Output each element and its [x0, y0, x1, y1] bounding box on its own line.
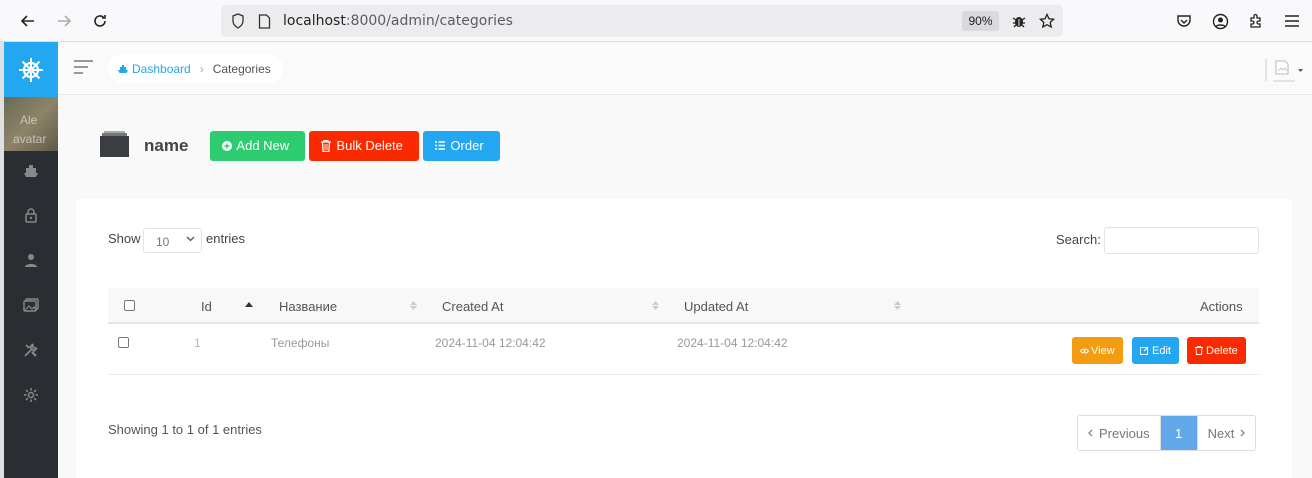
cell-name: Телефоны — [271, 336, 330, 350]
url-text[interactable]: localhost:8000/admin/categories — [283, 13, 513, 29]
settings-gear-icon — [24, 388, 38, 402]
sidebar-toggle-icon[interactable] — [74, 60, 93, 74]
show-label: Show — [108, 231, 141, 246]
previous-page-button[interactable]: Previous — [1078, 416, 1161, 450]
browser-toolbar: localhost:8000/admin/categories 90% — [0, 0, 1312, 42]
avatar-alt-line2: avatar — [13, 132, 47, 146]
delete-label: Delete — [1206, 344, 1238, 357]
list-icon — [435, 141, 446, 150]
admin-sidebar: Ale avatar — [4, 42, 58, 478]
reload-icon[interactable] — [88, 9, 112, 33]
column-header-updated-at[interactable]: Updated At — [684, 299, 748, 314]
chevron-left-icon — [1088, 429, 1093, 437]
column-header-name[interactable]: Название — [279, 299, 337, 314]
media-icon — [23, 298, 39, 312]
url-path: :8000/admin/categories — [345, 13, 513, 29]
trash-icon — [1195, 346, 1203, 355]
bug-icon[interactable] — [1010, 12, 1028, 30]
column-header-id[interactable]: Id — [201, 299, 212, 314]
delete-button[interactable]: Delete — [1187, 337, 1246, 364]
sort-asc-icon — [245, 302, 253, 307]
zoom-badge[interactable]: 90% — [962, 11, 999, 31]
sidebar-item-tools[interactable] — [4, 328, 58, 372]
order-label: Order — [450, 138, 484, 153]
table-row: 1 Телефоны 2024-11-04 12:04:42 2024-11-0… — [108, 325, 1259, 375]
edit-icon — [1140, 346, 1149, 355]
sidebar-item-dashboard[interactable] — [4, 149, 58, 193]
top-navbar: Dashboard › Categories — [58, 42, 1312, 95]
bulk-delete-button[interactable]: Bulk Delete — [309, 130, 420, 161]
chevron-down-icon — [186, 236, 195, 242]
table-header: Id Название Created At Updated At Action… — [108, 288, 1259, 324]
avatar-alt-line1: Ale — [20, 113, 38, 127]
entries-label: entries — [206, 231, 246, 246]
breadcrumb-current: Categories — [212, 61, 271, 76]
page-title: name — [144, 135, 189, 155]
page-header: name Add New Bulk Delete Order — [100, 130, 504, 161]
sidebar-item-settings[interactable] — [4, 373, 58, 417]
chevron-right-icon — [1240, 429, 1246, 437]
extensions-icon[interactable] — [1244, 9, 1268, 33]
bookmark-star-icon[interactable] — [1038, 12, 1056, 30]
column-header-created-at[interactable]: Created At — [442, 299, 503, 314]
forward-arrow-icon[interactable] — [52, 9, 76, 33]
breadcrumb-dashboard[interactable]: Dashboard — [118, 62, 191, 76]
user-menu[interactable] — [1264, 57, 1304, 83]
pagination: Previous 1 Next — [1077, 415, 1257, 451]
back-arrow-icon[interactable] — [16, 9, 40, 33]
add-new-label: Add New — [236, 138, 290, 153]
sort-both-icon — [894, 301, 901, 310]
edit-label: Edit — [1152, 344, 1171, 357]
page-info-icon[interactable] — [255, 12, 273, 30]
add-new-button[interactable]: Add New — [210, 130, 306, 161]
sidebar-item-roles[interactable] — [4, 193, 58, 237]
tools-icon — [24, 343, 38, 357]
browser-menu-icon[interactable] — [1280, 9, 1304, 33]
edit-button[interactable]: Edit — [1132, 337, 1179, 364]
user-icon — [25, 254, 37, 267]
row-checkbox[interactable] — [118, 337, 129, 348]
view-button[interactable]: View — [1072, 337, 1123, 364]
url-host: localhost — [283, 13, 346, 29]
sort-both-icon — [410, 301, 417, 310]
breadcrumb-separator: › — [199, 61, 204, 76]
cell-created-at: 2024-11-04 12:04:42 — [435, 336, 546, 350]
table-panel: Show 10 entries Search: Id Название Crea… — [76, 199, 1292, 478]
next-page-button[interactable]: Next — [1196, 416, 1256, 450]
previous-label: Previous — [1099, 425, 1150, 441]
helm-logo-icon[interactable] — [4, 42, 58, 97]
breadcrumb: Dashboard › Categories — [108, 54, 283, 83]
dashboard-boat-icon — [118, 65, 128, 73]
next-label: Next — [1207, 425, 1235, 441]
lock-icon — [25, 208, 37, 223]
page-1-button[interactable]: 1 — [1160, 416, 1197, 450]
cell-updated-at: 2024-11-04 12:04:42 — [677, 336, 788, 350]
sidebar-item-users[interactable] — [4, 238, 58, 282]
entries-select-value: 10 — [156, 235, 170, 249]
avatar-alt-text: Ale avatar — [13, 111, 47, 149]
dashboard-boat-icon — [24, 165, 38, 177]
bulk-delete-label: Bulk Delete — [336, 138, 403, 153]
pocket-icon[interactable] — [1172, 9, 1196, 33]
column-header-actions: Actions — [1200, 299, 1243, 314]
cell-id[interactable]: 1 — [194, 336, 201, 350]
trash-icon — [321, 139, 332, 152]
entries-select[interactable]: 10 — [143, 228, 202, 253]
search-label: Search: — [1056, 232, 1101, 247]
address-bar[interactable]: localhost:8000/admin/categories 90% — [221, 5, 1063, 37]
avatar[interactable]: Ale avatar — [4, 97, 58, 151]
account-icon[interactable] — [1208, 9, 1232, 33]
plus-circle-icon — [222, 140, 233, 151]
sort-both-icon — [652, 301, 659, 310]
showing-entries-text: Showing 1 to 1 of 1 entries — [108, 422, 262, 437]
sidebar-item-media[interactable] — [4, 283, 58, 327]
eye-icon — [1080, 348, 1089, 353]
categories-icon — [100, 131, 129, 160]
search-input[interactable] — [1104, 227, 1259, 254]
order-button[interactable]: Order — [423, 130, 501, 161]
select-all-checkbox[interactable] — [124, 300, 135, 311]
breadcrumb-dashboard-label: Dashboard — [132, 61, 191, 76]
view-label: View — [1091, 344, 1115, 357]
shield-icon[interactable] — [229, 12, 247, 30]
